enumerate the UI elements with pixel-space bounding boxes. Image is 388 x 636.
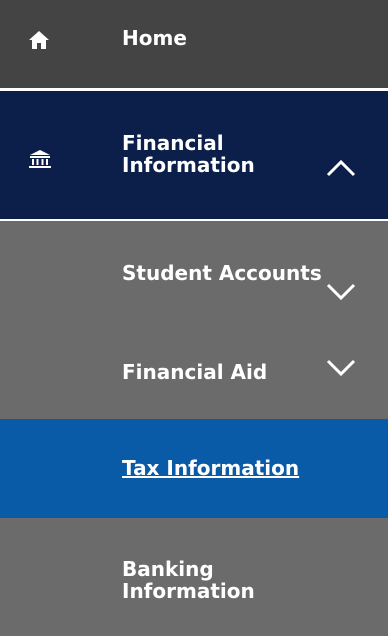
- nav-item-home[interactable]: Home: [0, 0, 388, 88]
- nav-item-financial-aid[interactable]: Financial Aid: [0, 321, 388, 419]
- nav-item-tax-information-label[interactable]: Tax Information: [122, 457, 299, 479]
- chevron-down-icon[interactable]: [326, 359, 356, 381]
- nav-item-financial-information[interactable]: Financial Information: [0, 91, 388, 219]
- nav-item-home-label: Home: [122, 26, 187, 50]
- chevron-up-icon[interactable]: [326, 159, 356, 181]
- label-line-2: Information: [122, 153, 255, 177]
- label-line-1: Financial: [122, 131, 224, 155]
- nav-item-student-accounts[interactable]: Student Accounts: [0, 221, 388, 321]
- nav-item-student-accounts-label: Student Accounts: [122, 261, 322, 285]
- home-icon: [28, 30, 50, 54]
- nav-item-financial-aid-label: Financial Aid: [122, 360, 268, 384]
- bank-icon: [28, 149, 52, 173]
- side-navigation: Home Financial Information Student Accou…: [0, 0, 388, 636]
- label-line-2: Information: [122, 579, 255, 603]
- nav-item-financial-information-label: Financial Information: [122, 132, 255, 176]
- nav-item-banking-information[interactable]: Banking Information: [0, 518, 388, 636]
- nav-item-banking-information-label: Banking Information: [122, 558, 255, 602]
- chevron-down-icon[interactable]: [326, 283, 356, 305]
- nav-item-tax-information[interactable]: Tax Information: [0, 419, 388, 518]
- label-line-1: Banking: [122, 557, 214, 581]
